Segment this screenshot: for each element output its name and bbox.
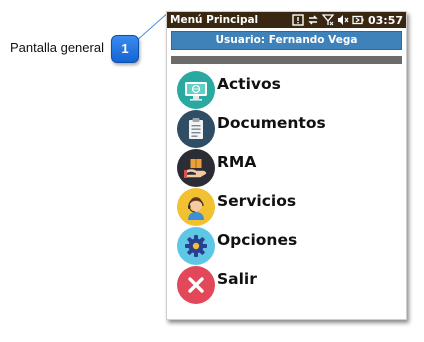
computer-icon [177,71,215,109]
clock: 03:57 [367,13,403,27]
notification-icon[interactable] [292,14,304,26]
device-screen: Menú Principal 03:57 Usuario: Fernando V… [166,11,407,320]
menu-item-documentos[interactable]: Documentos [177,110,406,149]
menu-item-servicios[interactable]: Servicios [177,188,406,227]
main-menu: Activos Documentos RMA Servicios Opcione… [177,71,406,305]
menu-item-label: RMA [217,153,257,171]
menu-item-label: Servicios [217,192,297,210]
menu-item-salir[interactable]: Salir [177,266,406,305]
clipboard-icon [177,110,215,148]
window-title: Menú Principal [170,14,259,26]
menu-item-label: Documentos [217,114,326,132]
menu-item-label: Activos [217,75,281,93]
menu-item-label: Opciones [217,231,298,249]
user-banner: Usuario: Fernando Vega [171,31,402,50]
no-signal-icon[interactable] [321,14,334,26]
menu-item-label: Salir [217,270,257,288]
exit-x-icon [177,266,215,304]
menu-item-activos[interactable]: Activos [177,71,406,110]
gear-icon [177,227,215,265]
support-agent-icon [177,188,215,226]
data-transfer-icon[interactable] [307,14,319,26]
callout-label: Pantalla general [10,40,104,55]
menu-item-rma[interactable]: RMA [177,149,406,188]
callout-number-badge: 1 [111,35,139,63]
status-bar: Menú Principal 03:57 [167,12,406,28]
separator-bar [171,56,402,64]
volume-muted-icon[interactable] [337,14,349,26]
battery-icon[interactable] [352,14,364,26]
package-hand-icon [177,149,215,187]
menu-item-opciones[interactable]: Opciones [177,227,406,266]
